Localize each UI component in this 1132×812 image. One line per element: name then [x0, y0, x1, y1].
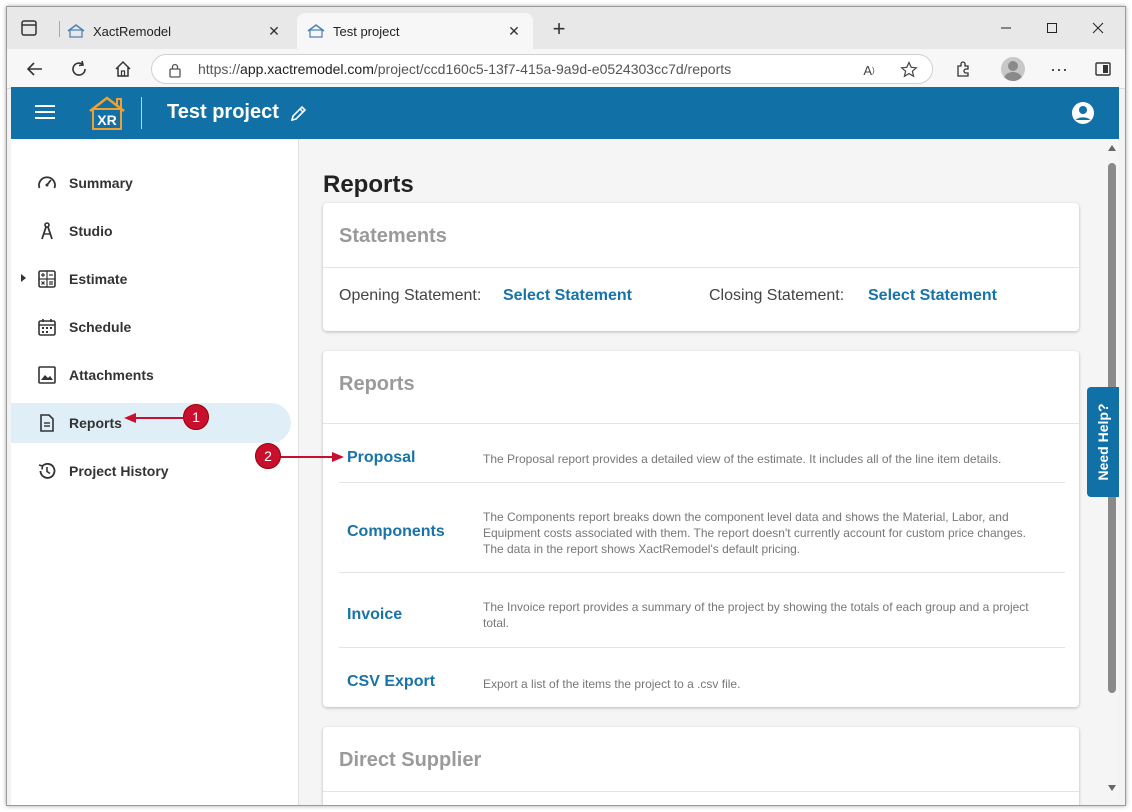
browser-toolbar: https://app.xactremodel.com/project/ccd1… [7, 49, 1125, 89]
image-icon [37, 365, 57, 385]
url-host: app.xactremodel.com [240, 61, 374, 77]
calendar-icon [37, 317, 57, 337]
sidebar-item-summary[interactable]: Summary [11, 163, 291, 203]
sidebar-item-attachments[interactable]: Attachments [11, 355, 291, 395]
report-description: The Components report breaks down the co… [483, 510, 1027, 556]
menu-icon[interactable] [35, 105, 55, 121]
calculator-icon [37, 269, 57, 289]
star-icon[interactable] [898, 59, 920, 81]
sidebar-item-label: Project History [69, 463, 169, 479]
report-description: Export a list of the items the project t… [483, 677, 741, 691]
need-help-label: Need Help? [1095, 403, 1111, 481]
report-description: The Proposal report provides a detailed … [483, 452, 1002, 466]
browser-window: XactRemodel ✕ Test project ✕ + https:// … [6, 6, 1126, 806]
pencil-icon[interactable] [289, 103, 309, 123]
tab-title: XactRemodel [93, 23, 172, 39]
lock-icon [168, 62, 182, 78]
more-menu-icon[interactable]: ··· [1045, 55, 1073, 83]
divider [323, 267, 1079, 268]
sidebar-item-studio[interactable]: Studio [11, 211, 291, 251]
card-title: Reports [339, 373, 415, 395]
tab-bar: XactRemodel ✕ Test project ✕ + [7, 7, 1125, 49]
app-header: XR Test project [11, 87, 1119, 139]
tab-title: Test project [333, 23, 400, 39]
tab-actions-icon[interactable] [17, 18, 41, 38]
opening-statement-label: Opening Statement: [339, 287, 482, 304]
close-icon[interactable]: ✕ [265, 22, 283, 40]
sidebar-item-estimate[interactable]: Estimate [11, 259, 291, 299]
report-description: The Invoice report provides a summary of… [483, 600, 1029, 630]
maximize-icon[interactable] [1029, 15, 1075, 41]
document-icon [37, 413, 57, 433]
report-row-csv-export: CSV Export Export a list of the items th… [339, 648, 1065, 707]
divider [323, 791, 1079, 792]
xactremodel-favicon-icon [67, 24, 85, 38]
card-title: Direct Supplier [339, 749, 482, 771]
sidebar-item-project-history[interactable]: Project History [11, 451, 291, 491]
sidebar-item-label: Estimate [69, 271, 128, 287]
minimize-icon[interactable] [983, 15, 1029, 41]
tab-xactremodel[interactable]: XactRemodel ✕ [57, 13, 293, 49]
sidebar-item-schedule[interactable]: Schedule [11, 307, 291, 347]
home-icon[interactable] [109, 55, 137, 83]
tab-test-project[interactable]: Test project ✕ [297, 13, 533, 49]
chevron-right-icon[interactable] [21, 274, 26, 282]
page-title: Reports [323, 171, 414, 198]
close-icon[interactable]: ✕ [505, 22, 523, 40]
opening-select-statement-link[interactable]: Select Statement [503, 287, 632, 305]
sidebar-item-label: Attachments [69, 367, 154, 383]
url-prefix: https:// [198, 61, 241, 77]
account-circle-icon[interactable] [1071, 101, 1095, 125]
xactremodel-favicon-icon [307, 24, 325, 38]
card-title: Statements [339, 225, 447, 247]
back-arrow-icon[interactable] [21, 55, 49, 83]
profile-avatar[interactable] [1001, 57, 1025, 81]
annotation-callout-2: 2 [255, 443, 281, 469]
read-aloud-icon[interactable]: A) [858, 59, 880, 81]
report-row-components: Components The Components report breaks … [339, 483, 1065, 573]
closing-select-statement-link[interactable]: Select Statement [868, 287, 997, 305]
scroll-up-icon[interactable] [1108, 145, 1116, 151]
sidebar-item-label: Summary [69, 175, 133, 191]
statements-card: Statements Opening Statement: Select Sta… [323, 203, 1079, 331]
direct-supplier-card: Direct Supplier [323, 727, 1079, 805]
header-divider [141, 97, 142, 129]
xactremodel-logo-icon[interactable]: XR [87, 95, 127, 131]
report-row-proposal: Proposal The Proposal report provides a … [339, 423, 1065, 483]
report-row-invoice: Invoice The Invoice report provides a su… [339, 573, 1065, 648]
sidebar-item-label: Reports [69, 415, 122, 431]
closing-statement-label: Closing Statement: [709, 287, 845, 304]
scroll-down-icon[interactable] [1108, 785, 1116, 791]
proposal-report-link[interactable]: Proposal [347, 449, 415, 467]
need-help-button[interactable]: Need Help? [1087, 387, 1119, 497]
address-bar[interactable]: https://app.xactremodel.com/project/ccd1… [151, 54, 933, 84]
history-icon [37, 461, 57, 481]
new-tab-icon[interactable]: + [547, 16, 571, 41]
sidebar-item-label: Schedule [69, 319, 132, 335]
split-screen-icon[interactable] [1089, 55, 1117, 83]
svg-text:XR: XR [97, 112, 116, 128]
compass-icon [37, 221, 57, 241]
project-title: Test project [167, 101, 279, 123]
refresh-icon[interactable] [65, 55, 93, 83]
window-close-icon[interactable] [1075, 15, 1121, 41]
components-report-link[interactable]: Components [347, 523, 445, 541]
sidebar-item-reports[interactable]: Reports [11, 403, 291, 443]
url-path: /project/ccd160c5-13f7-415a-9a9d-e052430… [373, 61, 732, 77]
invoice-report-link[interactable]: Invoice [347, 606, 402, 624]
extensions-icon[interactable] [949, 55, 977, 83]
speedometer-icon [37, 173, 57, 193]
annotation-callout-1: 1 [183, 404, 209, 430]
csv-export-report-link[interactable]: CSV Export [347, 673, 435, 691]
main-content: Reports Statements Opening Statement: Se… [299, 139, 1105, 805]
sidebar-item-label: Studio [69, 223, 113, 239]
sidebar: Summary Studio Estimate Schedule Attachm… [11, 139, 299, 805]
reports-card: Reports Proposal The Proposal report pro… [323, 351, 1079, 707]
